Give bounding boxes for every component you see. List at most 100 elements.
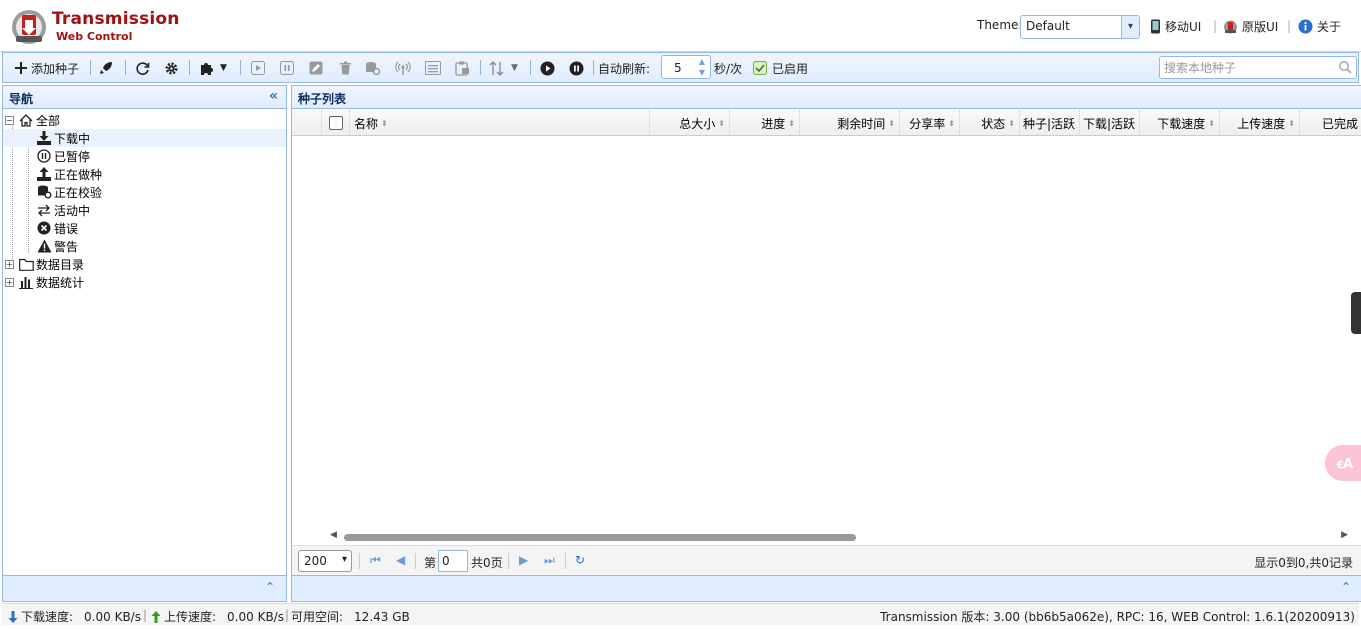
caret-down-icon: ▼ — [511, 63, 518, 73]
torrent-list-footer: ⌃ — [292, 575, 1361, 601]
nav-item-label: 正在做种 — [54, 167, 103, 182]
expand-up-icon[interactable]: ⌃ — [265, 580, 275, 594]
nav-item-seeding[interactable]: 正在做种 — [3, 165, 286, 183]
trash-icon — [337, 60, 353, 76]
horizontal-scrollbar[interactable]: ◀ ▶ — [328, 530, 1348, 544]
first-page-icon[interactable]: ⏮ — [370, 553, 381, 568]
column-seeds-active[interactable]: 种子|活跃 — [1020, 110, 1080, 136]
queue-menu-button[interactable]: ▼ — [489, 59, 518, 77]
nav-panel-header: 导航 « — [3, 86, 286, 109]
checkbox-checked-icon — [752, 60, 768, 76]
nav-item-checking[interactable]: 正在校验 — [3, 183, 286, 201]
grid-rownum-column — [292, 110, 322, 136]
pager-separator — [565, 553, 566, 569]
rename-button[interactable] — [308, 59, 324, 77]
copy-path-button[interactable] — [454, 59, 470, 77]
start-button[interactable] — [250, 59, 266, 77]
original-ui-label: 原版UI — [1242, 20, 1279, 34]
collapse-tree-icon[interactable]: − — [5, 115, 14, 125]
reload-page-icon[interactable]: ↻ — [575, 553, 585, 567]
last-page-icon[interactable]: ⏭ — [544, 553, 555, 568]
page-number-value: 0 — [442, 554, 450, 568]
column-completed[interactable]: 已完成 — [1300, 110, 1361, 136]
status-bar: 下载速度: 0.00 KB/s | 上传速度: 0.00 KB/s | 可用空间… — [2, 603, 1359, 625]
status-separator: | — [285, 608, 290, 622]
nav-item-warning[interactable]: 警告 — [3, 237, 286, 255]
upload-speed-value: 0.00 KB/s — [227, 609, 284, 624]
column-progress[interactable]: 进度 ⬍ — [730, 110, 800, 136]
header-separator: | — [1213, 19, 1218, 33]
page-size-select[interactable]: 200 ▾ — [298, 550, 352, 572]
caret-down-icon: ▼ — [220, 63, 227, 73]
spinner-down-icon[interactable]: ▼ — [696, 68, 708, 78]
mobile-ui-label: 移动UI — [1165, 20, 1202, 34]
column-ratio[interactable]: 分享率 ⬍ — [900, 110, 960, 136]
column-name[interactable]: 名称 ⬍ — [350, 110, 650, 136]
original-ui-link[interactable]: 原版UI — [1223, 18, 1278, 35]
nav-item-folders[interactable]: + 数据目录 — [3, 255, 286, 273]
auto-refresh-toggle[interactable]: 已启用 — [752, 59, 808, 77]
app-header: Transmission Web Control Theme: Default … — [0, 0, 1361, 52]
torrent-list-title: 种子列表 — [298, 92, 347, 106]
toolbar-separator — [189, 60, 190, 75]
transmission-logo — [12, 10, 46, 44]
expand-up-icon[interactable]: ⌃ — [1341, 580, 1351, 594]
toolbar-separator — [530, 60, 531, 75]
scrollbar-thumb[interactable] — [344, 534, 856, 541]
about-label: 关于 — [1317, 20, 1342, 34]
pause-all-torrents-button[interactable] — [568, 59, 584, 77]
change-folder-button[interactable] — [425, 59, 441, 77]
verify-button[interactable] — [365, 59, 381, 77]
nav-item-error[interactable]: 错误 — [3, 219, 286, 237]
column-peers-active[interactable]: 下载|活跃 — [1080, 110, 1140, 136]
start-all-button[interactable] — [98, 59, 114, 77]
pause-button[interactable] — [279, 59, 295, 77]
nav-item-statistics[interactable]: + 数据统计 — [3, 273, 286, 291]
search-icon[interactable] — [1338, 60, 1352, 77]
folder-icon — [18, 256, 34, 272]
mobile-ui-link[interactable]: 移动UI — [1150, 18, 1201, 35]
theme-select[interactable]: Default ▾ — [1020, 15, 1140, 39]
about-link[interactable]: 关于 — [1298, 18, 1341, 35]
column-status[interactable]: 状态 ⬍ — [960, 110, 1020, 136]
collapse-left-icon[interactable]: « — [269, 88, 278, 104]
column-upload-speed[interactable]: 上传速度 ⬍ — [1220, 110, 1300, 136]
scroll-left-icon[interactable]: ◀ — [330, 530, 337, 540]
add-torrent-button[interactable]: 添加种子 — [13, 59, 79, 77]
expand-tree-icon[interactable]: + — [5, 259, 14, 269]
prev-page-icon[interactable]: ◀ — [396, 553, 405, 567]
spinner-up-icon[interactable]: ▲ — [696, 57, 708, 67]
nav-item-all[interactable]: − 全部 — [3, 111, 286, 129]
expand-tree-icon[interactable]: + — [5, 277, 14, 287]
column-total-size[interactable]: 总大小 ⬍ — [650, 110, 730, 136]
pager-separator — [359, 553, 360, 569]
next-page-icon[interactable]: ▶ — [519, 553, 528, 567]
reload-button[interactable] — [134, 59, 150, 77]
download-speed-value: 0.00 KB/s — [84, 609, 141, 624]
search-input[interactable] — [1164, 57, 1334, 78]
reannounce-button[interactable] — [395, 59, 411, 77]
nav-item-active[interactable]: 活动中 — [3, 201, 286, 219]
sort-icon: ⬍ — [1208, 118, 1215, 128]
column-remaining-time[interactable]: 剩余时间 ⬍ — [800, 110, 900, 136]
search-box[interactable] — [1159, 56, 1357, 79]
nav-item-downloading[interactable]: 下载中 — [3, 129, 286, 147]
nav-item-paused[interactable]: 已暂停 — [3, 147, 286, 165]
column-label: 状态 — [981, 116, 1006, 131]
column-label: 上传速度 — [1237, 116, 1286, 131]
toolbar-separator — [593, 60, 594, 75]
start-all-torrents-button[interactable] — [539, 59, 555, 77]
settings-button[interactable] — [163, 59, 179, 77]
add-torrent-label: 添加种子 — [31, 61, 80, 76]
page-number-input[interactable]: 0 — [438, 550, 468, 572]
side-tab[interactable] — [1351, 292, 1361, 334]
plugins-menu-button[interactable]: ▼ — [198, 59, 227, 77]
remove-button[interactable] — [337, 59, 353, 77]
scroll-right-icon[interactable]: ▶ — [1341, 530, 1348, 540]
select-all-checkbox[interactable] — [322, 110, 350, 136]
nav-item-label: 警告 — [54, 239, 79, 254]
sort-icon: ⬍ — [888, 118, 895, 128]
column-download-speed[interactable]: 下载速度 ⬍ — [1140, 110, 1220, 136]
translate-bubble[interactable]: ꞓA — [1325, 445, 1361, 481]
refresh-interval-spinner[interactable]: 5 ▲ ▼ — [661, 55, 711, 79]
